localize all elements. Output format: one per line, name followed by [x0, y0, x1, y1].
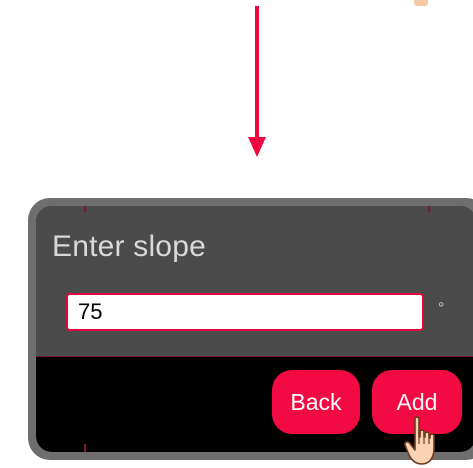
arrow-down-icon — [248, 137, 266, 157]
back-button[interactable]: Back — [272, 370, 360, 434]
partial-hand-icon — [414, 0, 428, 6]
degree-unit-label: ° — [438, 300, 445, 317]
dialog-body: Enter slope ° — [36, 206, 473, 357]
slope-input[interactable] — [66, 293, 424, 331]
divider-tick — [84, 206, 86, 212]
divider-tick — [428, 206, 430, 212]
divider-tick — [84, 444, 86, 452]
tutorial-screen: Enter slope ° Back Add — [0, 0, 473, 468]
pointer-arrow-shaft — [255, 6, 259, 140]
dialog-title: Enter slope — [52, 230, 206, 263]
pointing-hand-icon — [404, 416, 435, 465]
